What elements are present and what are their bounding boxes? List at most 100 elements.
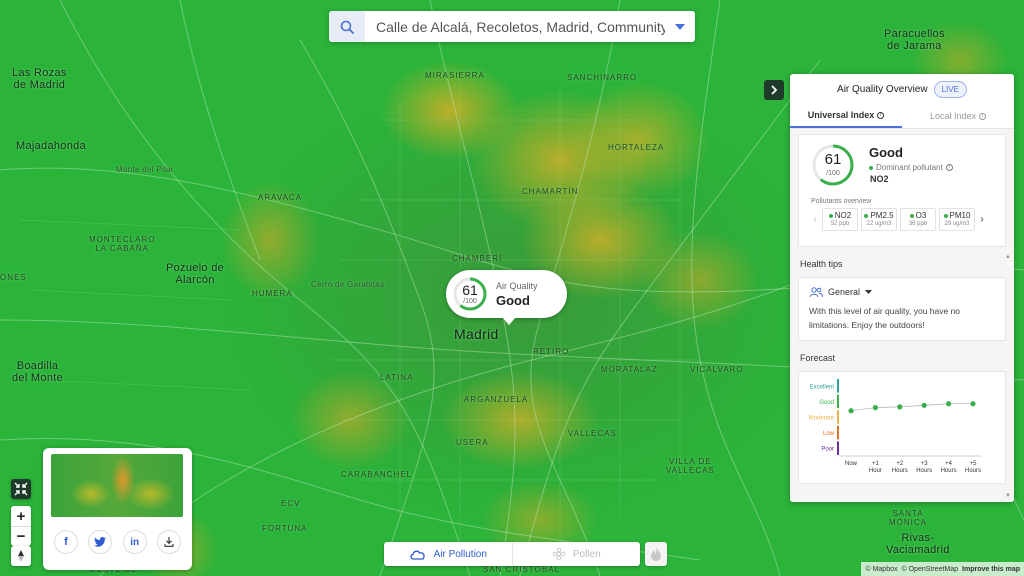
popup-status: Good — [496, 292, 530, 308]
zoom-controls: + − — [11, 506, 31, 546]
zoom-in-button[interactable]: + — [11, 506, 31, 526]
map-label-latina: LATINA — [380, 373, 414, 382]
download-icon — [164, 537, 174, 547]
index-status: Good — [869, 145, 903, 160]
x-tick-label: Hours — [916, 468, 932, 474]
pollutant-chip[interactable]: NO2 52 ppb — [822, 208, 858, 231]
health-tip-text: With this level of air quality, you have… — [809, 306, 961, 330]
map-label-ecv: ECV — [281, 499, 301, 508]
twitter-icon — [94, 537, 107, 547]
pollutant-chip[interactable]: PM2.5 22 ug/m3 — [861, 208, 897, 231]
forecast-line — [850, 403, 973, 412]
map-label-cerro-garabitas: Cerro de Garabitas — [311, 280, 385, 289]
map-label-moratalaz: MORATALAZ — [601, 365, 658, 374]
map-label-hortaleza: HORTALEZA — [608, 143, 665, 152]
search-button[interactable] — [329, 11, 365, 42]
map-label-humera: HUMERA — [252, 289, 293, 298]
fullscreen-button[interactable] — [11, 479, 31, 499]
map-aqi-popup[interactable]: 61 /100 Air Quality Good — [446, 270, 567, 325]
search-input[interactable] — [365, 18, 665, 35]
pollutant-chip[interactable]: PM10 29 ug/m3 — [939, 208, 975, 231]
info-icon: i — [979, 112, 987, 120]
x-tick-label: Hours — [965, 468, 981, 474]
map-thumbnail[interactable] — [51, 454, 183, 517]
pollutant-value: 36 ppb — [908, 221, 928, 227]
popup-aqi-value: 61 — [462, 282, 478, 298]
map-label-fortuna: FORTUNA — [262, 524, 308, 533]
y-band-label: Poor — [821, 447, 834, 453]
map-label-pozuelo: Pozuelo de Alarcón — [166, 262, 225, 287]
map-label-usera: USERA — [456, 438, 489, 447]
map-label-villa-vallecas: VILLA DE VALLECAS — [666, 457, 715, 475]
mapbox-attribution-link[interactable]: © Mapbox — [865, 566, 897, 573]
improve-map-link[interactable]: Improve this map — [962, 566, 1020, 573]
status-dot — [909, 213, 914, 218]
share-linkedin-button[interactable]: in — [122, 530, 147, 554]
map-label-santa-monica: SANTA MÓNICA — [889, 509, 927, 527]
panel-body[interactable]: 61 /100 Good Dominant pollutant i NO2 Po… — [790, 129, 1014, 502]
pollutant-value: 29 ug/m3 — [944, 221, 970, 227]
band-color-bar — [837, 410, 839, 424]
info-icon[interactable]: i — [945, 164, 953, 171]
forecast-title: Forecast — [800, 353, 836, 363]
x-tick-label: +5 — [970, 461, 978, 467]
caret-down-icon — [865, 290, 873, 294]
pollutant-name: NO2 — [834, 211, 852, 220]
pollutant-name: PM10 — [949, 211, 971, 220]
zoom-out-button[interactable]: − — [11, 526, 31, 546]
tab-air-pollution[interactable]: Air Pollution — [384, 542, 513, 566]
download-button[interactable] — [156, 530, 181, 554]
map-label-ones: ONES — [0, 273, 27, 282]
health-group-dropdown[interactable]: General — [809, 287, 995, 297]
search-dropdown-toggle[interactable] — [665, 11, 695, 42]
index-card: 61 /100 Good Dominant pollutant i NO2 Po… — [798, 134, 1006, 247]
map-label-madrid: Madrid — [454, 326, 499, 342]
compass-button[interactable] — [11, 546, 31, 566]
map-label-retiro: RETIRO — [533, 347, 570, 356]
band-color-bar — [837, 441, 839, 455]
panel-collapse-button[interactable] — [764, 80, 784, 100]
x-tick-label: +3 — [921, 461, 929, 467]
forecast-chart: PoorLowModerateGoodExcellentNow +1Hour+2H… — [809, 379, 981, 474]
tab-universal-index[interactable]: Universal Index i — [790, 104, 902, 128]
share-twitter-button[interactable] — [88, 530, 113, 554]
tab-pollen-label: Pollen — [572, 548, 601, 560]
flame-icon — [651, 547, 661, 561]
osm-attribution-link[interactable]: © OpenStreetMap — [902, 566, 959, 573]
layer-switcher: Air Pollution Pollen — [384, 542, 640, 566]
collapse-arrows-icon — [14, 482, 28, 496]
forecast-point — [872, 405, 878, 411]
index-aqi-scale: /100 — [826, 170, 840, 177]
map-label-las-rozas: Las Rozas de Madrid — [12, 67, 67, 92]
map-label-chamberi: CHAMBERÍ — [452, 254, 503, 263]
scroll-down-icon[interactable]: ▼ — [1005, 493, 1011, 499]
map-label-aravaca: ARAVACA — [258, 193, 303, 202]
scroll-up-icon[interactable]: ▲ — [1005, 254, 1011, 260]
x-tick-label: Now — [845, 461, 858, 467]
forecast-point — [897, 404, 903, 410]
pollutant-chip[interactable]: O3 36 ppb — [900, 208, 936, 231]
carousel-prev-icon[interactable]: ‹ — [811, 214, 819, 225]
status-dot — [869, 165, 873, 170]
tab-local-index[interactable]: Local Index i — [902, 104, 1014, 128]
map-label-boadilla: Boadilla del Monte — [12, 360, 64, 385]
tab-local-index-label: Local Index — [929, 111, 977, 121]
popup-aqi-scale: /100 — [463, 298, 477, 305]
map-label-carabanchel: CARABANCHEL — [341, 470, 413, 479]
tab-pollen[interactable]: Pollen — [513, 542, 641, 566]
pollutant-name: PM2.5 — [870, 211, 894, 220]
tab-air-pollution-label: Air Pollution — [433, 548, 487, 560]
forecast-point — [848, 408, 854, 414]
aqi-ring: 61 /100 — [452, 276, 488, 312]
info-icon: i — [877, 111, 885, 119]
forecast-point — [921, 402, 927, 408]
carousel-next-icon[interactable]: › — [978, 214, 986, 225]
share-facebook-button[interactable]: f — [54, 530, 78, 554]
forecast-point — [970, 401, 976, 407]
wildfire-layer-button[interactable] — [645, 542, 667, 566]
band-color-bar — [837, 379, 839, 393]
health-tips-card: General With this level of air quality, … — [798, 277, 1006, 341]
pollen-flower-icon — [552, 547, 566, 561]
map-attribution: © Mapbox © OpenStreetMap Improve this ma… — [861, 562, 1024, 576]
map-label-monte-del-pilar: Monte del Pilar — [116, 165, 174, 174]
